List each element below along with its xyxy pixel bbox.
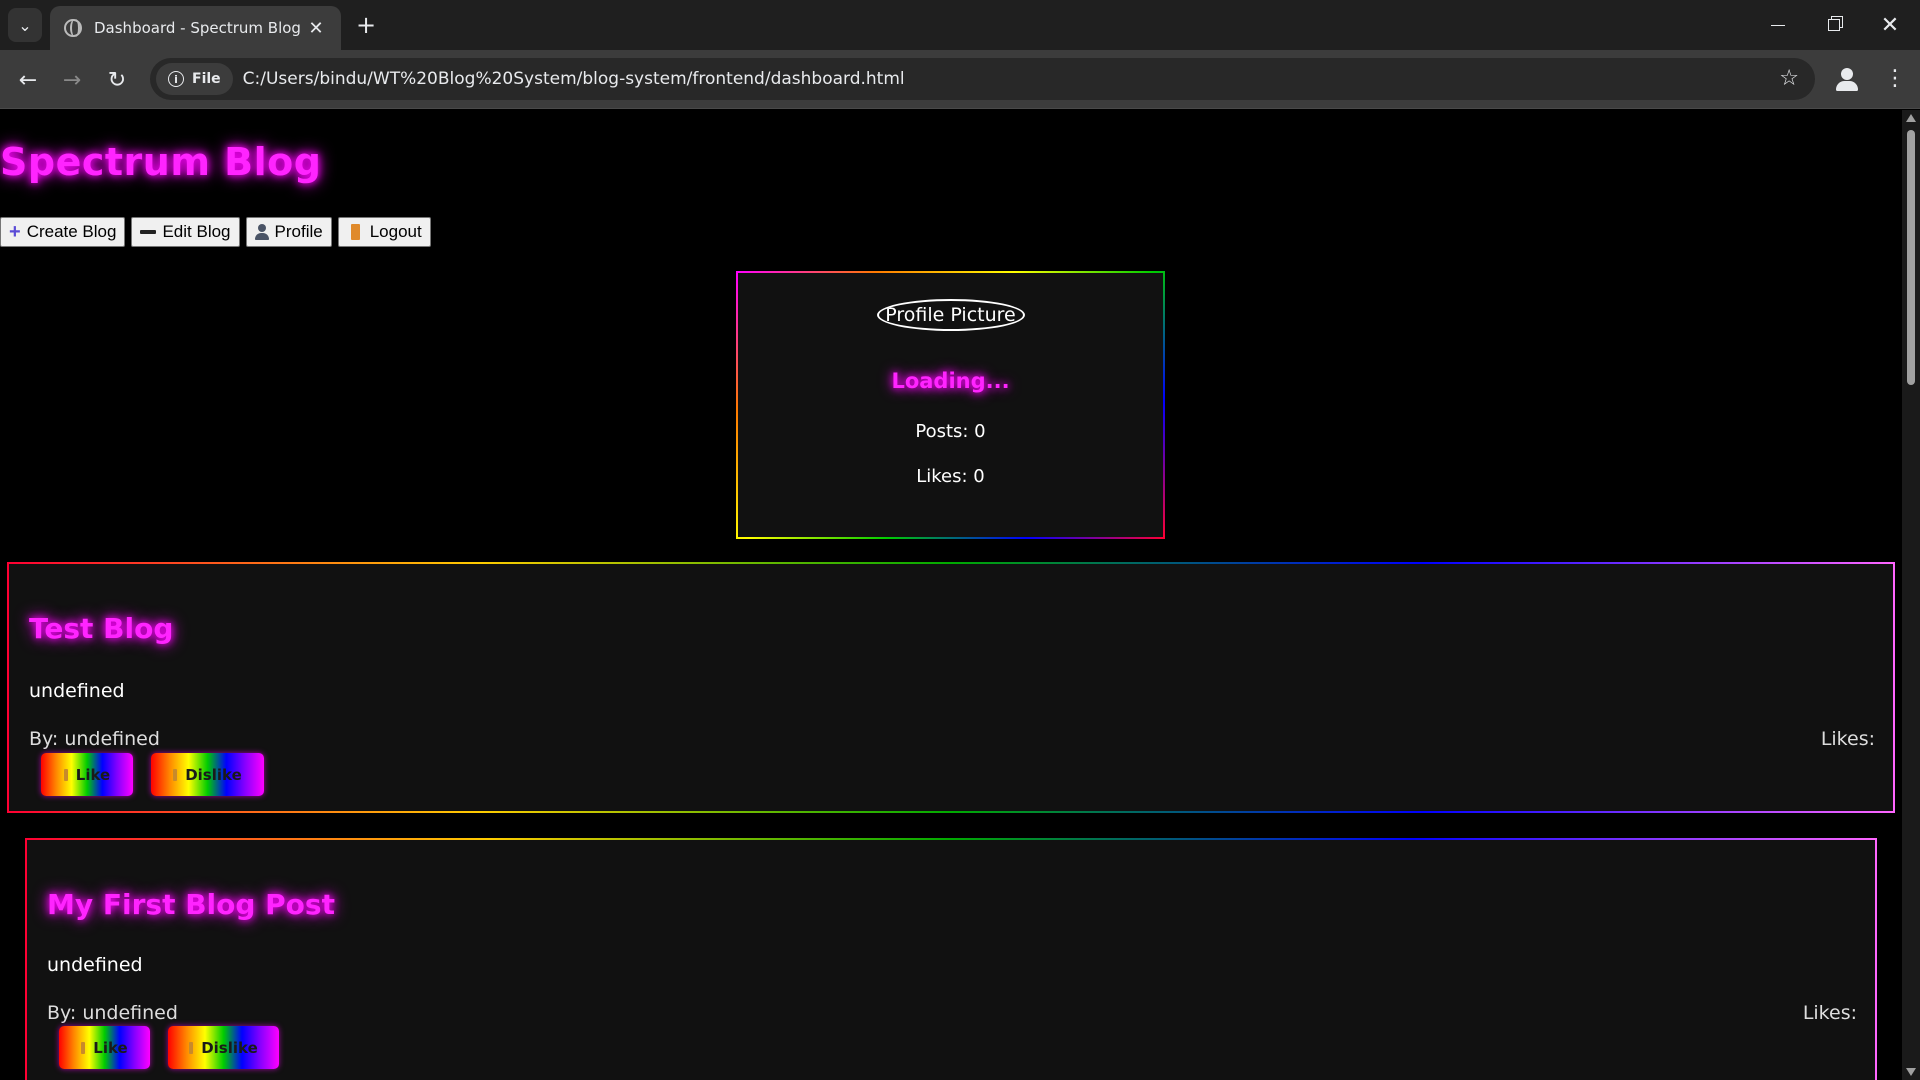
blog-content: undefined — [29, 680, 125, 702]
page-scrollbar[interactable] — [1902, 110, 1920, 1080]
blog-likes: Likes: — [1802, 1002, 1857, 1024]
browser-profile-icon[interactable] — [1830, 62, 1864, 96]
blog-title: My First Blog Post — [47, 888, 335, 921]
edit-blog-button[interactable]: Edit Blog — [131, 217, 240, 247]
blog-actions: Like Dislike — [59, 1026, 279, 1069]
like-label: Like — [75, 765, 111, 784]
profile-button[interactable]: Profile — [245, 217, 332, 247]
profile-username: Loading... — [891, 369, 1010, 393]
thumbs-up-icon — [81, 1041, 86, 1054]
browser-toolbar: ← → ↻ i File C:/Users/bindu/WT%20Blog%20… — [0, 50, 1920, 109]
scrollbar-thumb[interactable] — [1907, 130, 1915, 385]
window-restore-button[interactable] — [1806, 0, 1862, 50]
pencil-icon — [140, 230, 157, 234]
blog-actions: Like Dislike — [41, 753, 264, 796]
blog-content: undefined — [47, 954, 143, 976]
browser-tab-strip: ⌄ Dashboard - Spectrum Blog ✕ + ✕ — [0, 0, 1920, 50]
chip-label: File — [192, 71, 221, 87]
blog-card: My First Blog Post undefined By: undefin… — [25, 838, 1877, 1080]
browser-tab-dashboard[interactable]: Dashboard - Spectrum Blog ✕ — [50, 6, 341, 50]
logout-label: Logout — [369, 222, 422, 241]
site-info-chip[interactable]: i File — [156, 63, 233, 95]
thumbs-down-icon — [173, 768, 178, 781]
info-icon: i — [168, 71, 184, 87]
like-button[interactable]: Like — [59, 1026, 150, 1069]
profile-likes-count: Likes: 0 — [916, 466, 985, 487]
like-label: Like — [93, 1038, 128, 1057]
page-viewport: Spectrum Blog + Create Blog Edit Blog Pr… — [0, 110, 1902, 1080]
restore-icon — [1828, 19, 1840, 31]
logout-button[interactable]: Logout — [337, 217, 431, 247]
scroll-up-icon[interactable] — [1906, 114, 1916, 122]
blog-title: Test Blog — [29, 612, 174, 645]
close-icon: ✕ — [1880, 12, 1900, 38]
tab-close-icon[interactable]: ✕ — [305, 18, 327, 39]
profile-picture: Profile Picture — [876, 299, 1025, 331]
address-bar[interactable]: i File C:/Users/bindu/WT%20Blog%20System… — [150, 58, 1815, 100]
thumbs-up-icon — [63, 768, 68, 781]
back-icon[interactable]: ← — [10, 62, 46, 98]
window-close-button[interactable]: ✕ — [1862, 0, 1918, 50]
profile-label: Profile — [274, 222, 323, 241]
blog-author: By: undefined — [29, 728, 160, 750]
dashboard-nav: + Create Blog Edit Blog Profile Logout — [0, 217, 431, 247]
tab-search-icon[interactable]: ⌄ — [8, 8, 42, 42]
create-blog-button[interactable]: + Create Blog — [0, 217, 126, 247]
profile-card: Profile Picture Loading... Posts: 0 Like… — [736, 271, 1165, 539]
dislike-button[interactable]: Dislike — [168, 1026, 279, 1069]
blog-likes: Likes: — [1820, 728, 1875, 750]
blog-author: By: undefined — [47, 1002, 178, 1024]
globe-icon — [64, 19, 82, 37]
new-tab-plus-icon[interactable]: + — [352, 12, 380, 40]
site-title: Spectrum Blog — [0, 140, 322, 184]
tab-title: Dashboard - Spectrum Blog — [94, 19, 301, 37]
blog-card: Test Blog undefined By: undefined Likes:… — [7, 562, 1895, 813]
create-blog-label: Create Blog — [26, 222, 117, 241]
dislike-label: Dislike — [185, 765, 242, 784]
user-icon — [254, 224, 269, 240]
profile-posts-count: Posts: 0 — [915, 421, 986, 442]
door-icon — [350, 224, 360, 240]
like-button[interactable]: Like — [41, 753, 133, 796]
dislike-button[interactable]: Dislike — [151, 753, 264, 796]
browser-menu-icon[interactable]: ⋮ — [1880, 62, 1910, 96]
dislike-label: Dislike — [201, 1038, 258, 1057]
thumbs-down-icon — [189, 1041, 194, 1054]
scroll-down-icon[interactable] — [1906, 1068, 1916, 1076]
window-minimize-button[interactable] — [1750, 0, 1806, 50]
star-icon[interactable]: ☆ — [1779, 66, 1799, 91]
plus-icon: + — [9, 221, 21, 243]
edit-blog-label: Edit Blog — [162, 222, 231, 241]
minimize-icon — [1771, 24, 1785, 26]
url-text[interactable]: C:/Users/bindu/WT%20Blog%20System/blog-s… — [243, 69, 905, 89]
forward-icon[interactable]: → — [54, 62, 90, 98]
reload-icon[interactable]: ↻ — [99, 62, 135, 98]
